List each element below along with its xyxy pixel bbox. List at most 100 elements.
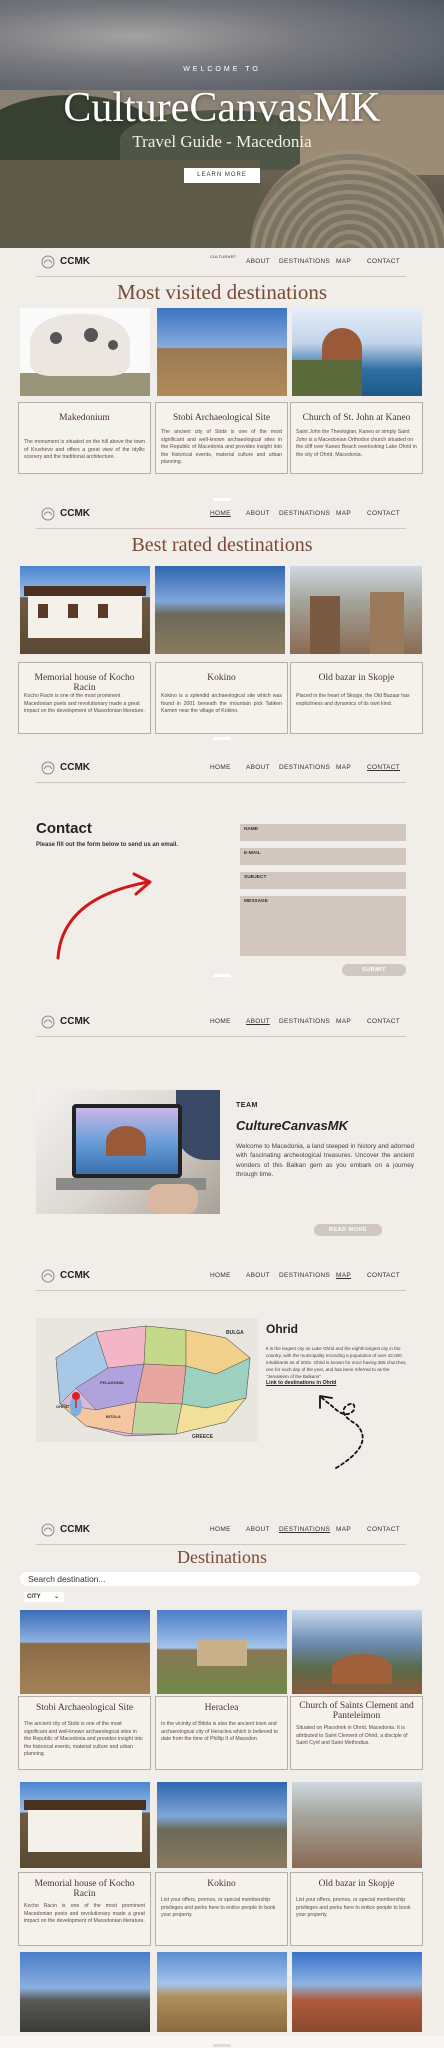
- dest-heraclea-image[interactable]: [157, 1610, 287, 1694]
- card-kaneo[interactable]: Church of St. John at Kaneo Saint John t…: [290, 402, 423, 474]
- dest-racin-image[interactable]: [20, 1782, 150, 1868]
- nav-contact[interactable]: CONTACT: [367, 1526, 400, 1533]
- nav-destinations[interactable]: DESTINATIONS: [279, 1526, 330, 1533]
- section-handle: [213, 974, 231, 977]
- dest-plaoshnik-image[interactable]: [292, 1610, 422, 1694]
- logo-icon[interactable]: [40, 506, 56, 522]
- card-title: Church of Saints Clement and Panteleimon: [299, 1701, 414, 1721]
- map-label-ohrid: OHRID: [56, 1404, 69, 1409]
- card-title: Old bazar in Skopje: [318, 673, 395, 683]
- card-stobi[interactable]: Stobi Archaeological Site The ancient ci…: [155, 402, 288, 474]
- nav-contact[interactable]: CONTACT: [367, 764, 400, 771]
- card-kokino[interactable]: Kokino Kokino is a splendid archaeologic…: [155, 662, 288, 734]
- dest-card-kokino[interactable]: Kokino List your offers, promos, or spec…: [155, 1872, 288, 1946]
- brand-name[interactable]: CCMK: [60, 1524, 90, 1535]
- kaneo-image[interactable]: [292, 308, 422, 396]
- nav-home[interactable]: HOME: [210, 1272, 231, 1279]
- nav-home[interactable]: CULTURART: [210, 254, 237, 259]
- logo-icon[interactable]: [40, 760, 56, 776]
- brand-name[interactable]: CCMK: [60, 1270, 90, 1281]
- dest-kokino-image[interactable]: [157, 1782, 287, 1868]
- nav-divider: [36, 276, 406, 277]
- best-rated-title: Best rated destinations: [131, 534, 313, 556]
- team-laptop-image: [36, 1090, 220, 1214]
- logo-icon[interactable]: [40, 254, 56, 270]
- nav-destinations[interactable]: DESTINATIONS: [279, 510, 330, 517]
- nav-about[interactable]: ABOUT: [246, 258, 270, 265]
- read-more-button[interactable]: READ MORE: [314, 1224, 382, 1236]
- dest-card-stobi[interactable]: Stobi Archaeological Site The ancient ci…: [18, 1696, 151, 1770]
- navbar: CCMK HOME ABOUT DESTINATIONS MAP CONTACT: [0, 500, 444, 530]
- nav-contact[interactable]: CONTACT: [367, 1018, 400, 1025]
- email-field[interactable]: E-MAIL: [240, 848, 406, 865]
- brand-name[interactable]: CCMK: [60, 256, 90, 267]
- city-destinations-link[interactable]: Link to destinations in Ohrid: [266, 1380, 336, 1386]
- old-bazar-image[interactable]: [290, 566, 422, 654]
- nav-contact[interactable]: CONTACT: [367, 1272, 400, 1279]
- city-filter-value: CITY: [27, 1594, 41, 1600]
- dest-monastery-image[interactable]: [292, 1952, 422, 2032]
- nav-home[interactable]: HOME: [210, 510, 231, 517]
- nav-map[interactable]: MAP: [336, 510, 351, 517]
- nav-about[interactable]: ABOUT: [246, 1272, 270, 1279]
- makedonium-image[interactable]: [20, 308, 150, 396]
- nav-map[interactable]: MAP: [336, 1272, 351, 1279]
- nav-about[interactable]: ABOUT: [246, 1526, 270, 1533]
- nav-home[interactable]: HOME: [210, 1018, 231, 1025]
- logo-icon[interactable]: [40, 1014, 56, 1030]
- dest-monument-image[interactable]: [20, 1952, 150, 2032]
- nav-destinations[interactable]: DESTINATIONS: [279, 1272, 330, 1279]
- nav-about[interactable]: ABOUT: [246, 1018, 270, 1025]
- stobi-image[interactable]: [157, 308, 287, 396]
- city-filter-select[interactable]: CITY ⌄: [24, 1592, 64, 1602]
- subject-field[interactable]: SUBJECT: [240, 872, 406, 889]
- dest-bazar-image[interactable]: [292, 1782, 422, 1868]
- card-old-bazar[interactable]: Old bazar in Skopje Placed in the heart …: [290, 662, 423, 734]
- dest-ruins-image[interactable]: [157, 1952, 287, 2032]
- nav-home[interactable]: HOME: [210, 764, 231, 771]
- message-field[interactable]: MESSAGE: [240, 896, 406, 956]
- card-makedonium[interactable]: Makedonium The monument is situated on t…: [18, 402, 151, 474]
- nav-map[interactable]: MAP: [336, 1018, 351, 1025]
- dest-card-bazar[interactable]: Old bazar in Skopje List your offers, pr…: [290, 1872, 423, 1946]
- nav-divider: [36, 1544, 406, 1545]
- search-input[interactable]: Search destination...: [20, 1572, 420, 1586]
- name-field[interactable]: NAME: [240, 824, 406, 841]
- brand-name[interactable]: CCMK: [60, 508, 90, 519]
- learn-more-button[interactable]: LEARN MORE: [184, 168, 260, 183]
- nav-map[interactable]: MAP: [336, 258, 351, 265]
- dest-card-racin[interactable]: Memorial house of Kocho Racin Kocho Raci…: [18, 1872, 151, 1946]
- subject-label: SUBJECT: [244, 875, 267, 880]
- section-handle: [213, 737, 231, 740]
- section-handle: [213, 2044, 231, 2047]
- hero-welcome: WELCOME TO: [183, 66, 261, 73]
- card-racin[interactable]: Memorial house of Kocho Racin Kocho Raci…: [18, 662, 151, 734]
- dest-card-heraclea[interactable]: Heraclea In the vicinity of Bitola is al…: [155, 1696, 288, 1770]
- nav-about[interactable]: ABOUT: [246, 764, 270, 771]
- nav-destinations[interactable]: DESTINATIONS: [279, 1018, 330, 1025]
- nav-map[interactable]: MAP: [336, 1526, 351, 1533]
- dashed-arrow-icon: [319, 1395, 364, 1469]
- brand-name[interactable]: CCMK: [60, 1016, 90, 1027]
- logo-icon[interactable]: [40, 1268, 56, 1284]
- kokino-image[interactable]: [155, 566, 285, 654]
- brand-name[interactable]: CCMK: [60, 762, 90, 773]
- nav-map[interactable]: MAP: [336, 764, 351, 771]
- navbar: CCMK CULTURART ABOUT DESTINATIONS MAP CO…: [0, 248, 444, 278]
- nav-contact[interactable]: CONTACT: [367, 510, 400, 517]
- nav-about[interactable]: ABOUT: [246, 510, 270, 517]
- card-description: Kocho Racin is one of the most prominent…: [24, 1903, 145, 1925]
- dest-stobi-image[interactable]: [20, 1610, 150, 1694]
- nav-destinations[interactable]: DESTINATIONS: [279, 258, 330, 265]
- racin-house-image[interactable]: [20, 566, 150, 654]
- submit-button[interactable]: SUBMIT: [342, 964, 406, 976]
- nav-destinations[interactable]: DESTINATIONS: [279, 764, 330, 771]
- dest-card-plaoshnik[interactable]: Church of Saints Clement and Panteleimon…: [290, 1696, 423, 1770]
- logo-icon[interactable]: [40, 1522, 56, 1538]
- nav-divider: [36, 1290, 406, 1291]
- nav-contact[interactable]: CONTACT: [367, 258, 400, 265]
- macedonia-map[interactable]: BULGA GREECE OHRID PELAGONIA BITOLA: [36, 1318, 258, 1442]
- nav-home[interactable]: HOME: [210, 1526, 231, 1533]
- team-description: Welcome to Macedonia, a land steeped in …: [236, 1143, 414, 1178]
- card-title: Church of St. John at Kaneo: [302, 413, 411, 423]
